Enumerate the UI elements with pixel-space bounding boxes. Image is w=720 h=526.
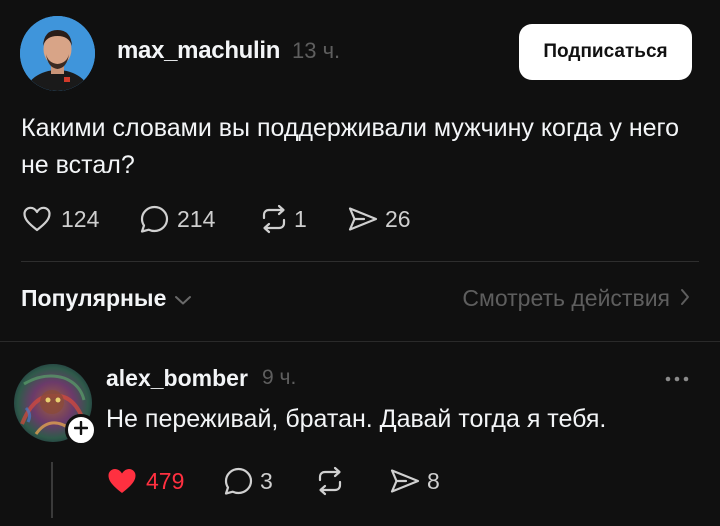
view-activity-label: Смотреть действия [462,285,670,311]
comment-icon [139,204,170,234]
repost-count: 1 [294,205,307,232]
reply-actions: 479 3 8 [106,462,440,500]
reply-text: Не переживай, братан. Давай тогда я тебя… [106,405,607,433]
comment-icon [223,466,254,496]
like-count: 124 [61,205,100,232]
heart-icon [106,466,138,496]
view-activity-link[interactable]: Смотреть действия [462,285,690,312]
repost-icon [258,204,290,234]
thread-line [51,462,53,518]
comment-count: 214 [177,205,216,232]
share-icon [347,205,379,233]
chevron-down-icon [166,285,192,312]
share-button[interactable]: 26 [347,205,411,233]
sort-dropdown[interactable]: Популярные [21,285,192,312]
author-avatar[interactable] [20,16,95,91]
reply-share-count: 8 [427,467,440,494]
reply-like-count: 479 [146,467,185,494]
post-text: Какими словами вы поддерживали мужчину к… [21,114,680,179]
repost-icon [314,466,346,496]
reply-share-button[interactable]: 8 [389,467,440,495]
follow-plus-button[interactable] [65,414,97,446]
more-icon[interactable] [664,363,690,389]
comment-button[interactable]: 214 [139,204,258,234]
follow-button[interactable]: Подписаться [519,24,692,80]
author-username[interactable]: max_machulin [117,37,280,65]
reply-comment-button[interactable]: 3 [223,466,314,496]
heart-icon [22,205,52,233]
post-timestamp: 13 ч. [292,38,341,63]
like-button[interactable]: 124 [22,205,139,233]
reply-timestamp: 9 ч. [262,366,297,389]
divider [21,261,699,262]
repost-button[interactable]: 1 [258,204,347,234]
post-actions: 124 214 1 26 [22,201,411,237]
reply-repost-button[interactable] [314,466,389,496]
sort-label: Популярные [21,285,167,311]
reply-author-username[interactable]: alex_bomber [106,365,248,392]
reply-comment-count: 3 [260,467,273,494]
share-icon [389,467,421,495]
divider [0,341,720,342]
share-count: 26 [385,205,411,232]
plus-icon [73,420,89,440]
chevron-right-icon [670,285,690,312]
reply-like-button[interactable]: 479 [106,466,223,496]
